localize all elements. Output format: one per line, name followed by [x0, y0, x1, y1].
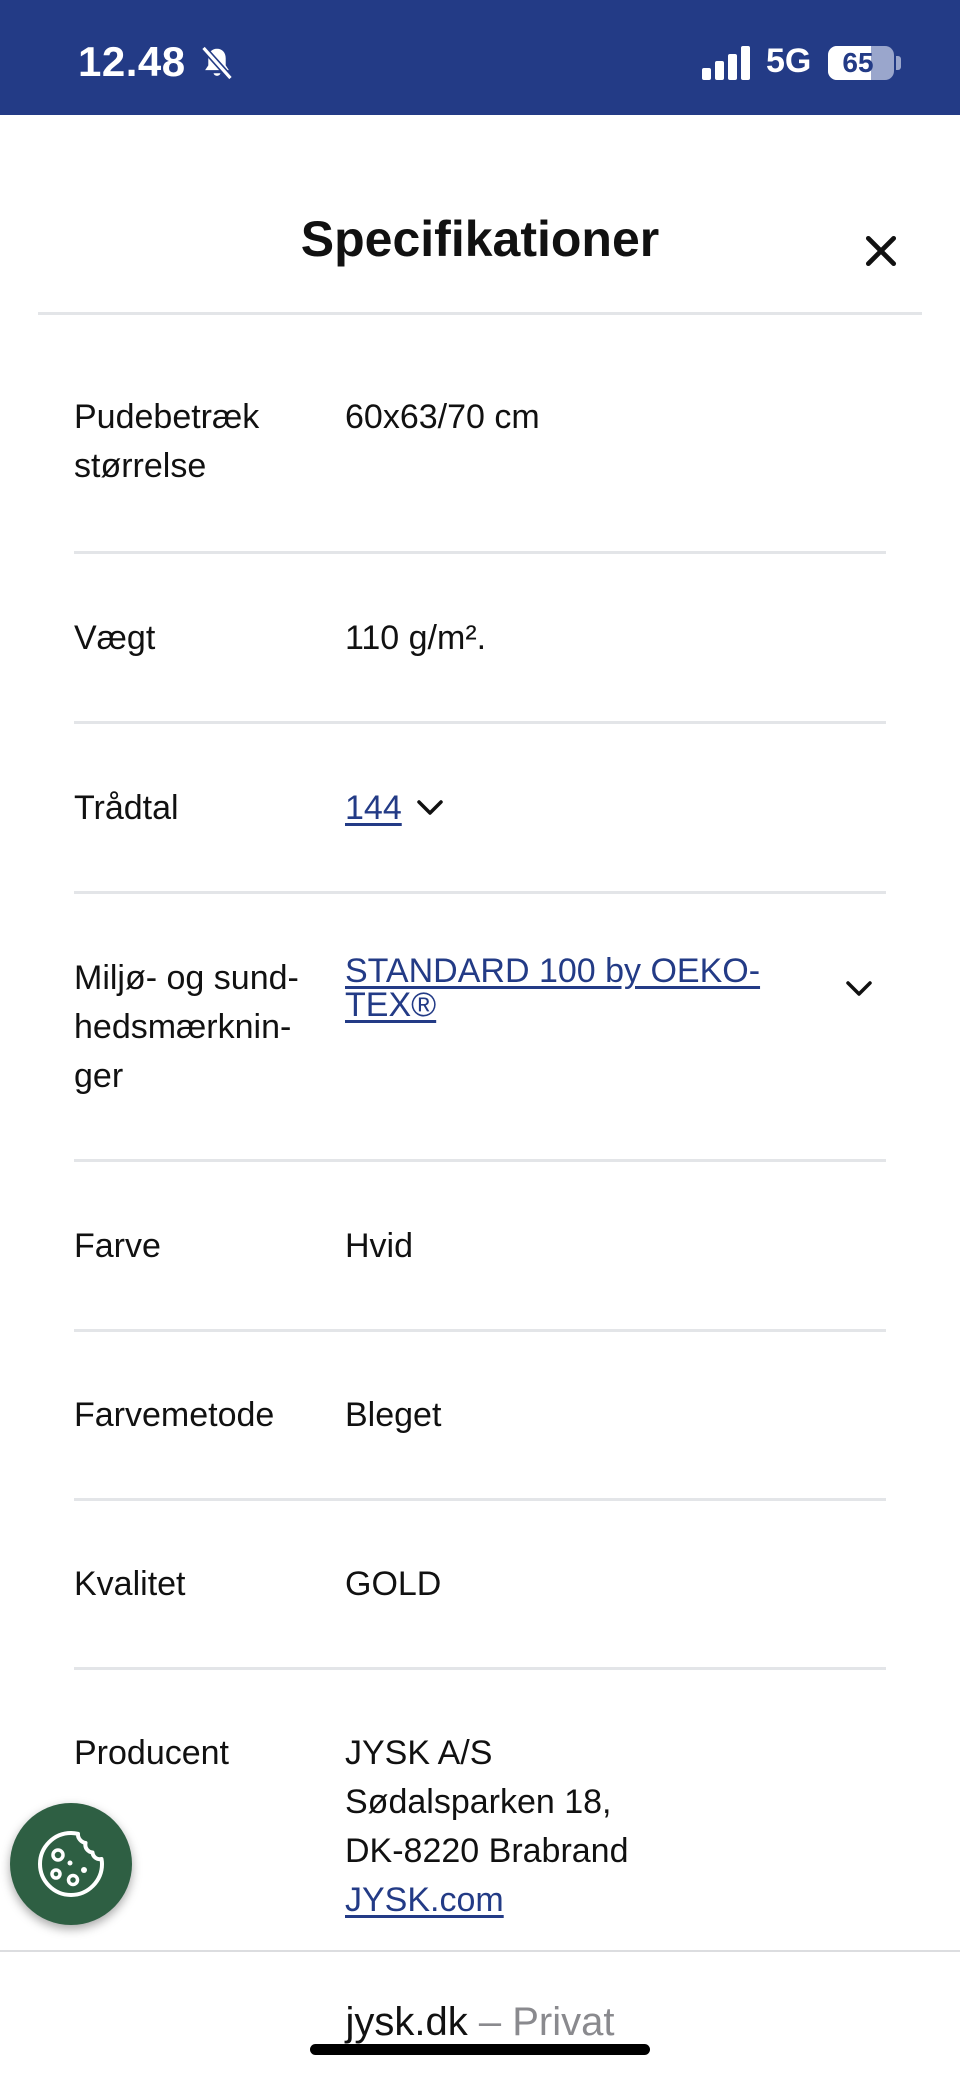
spec-label: Vægt	[74, 619, 156, 657]
url-separator: –	[467, 2000, 513, 2044]
spec-row-quality: Kvalitet GOLD	[74, 1501, 886, 1670]
chevron-down-icon[interactable]	[415, 797, 445, 819]
spec-value: Hvid	[345, 1227, 414, 1265]
spec-row-pillowcase-size: Pudebetræk størrelse 60x63/70 cm	[74, 358, 886, 554]
spec-label: Farvemetode	[74, 1396, 275, 1434]
spec-label: Pudebetræk størrelse	[74, 398, 260, 485]
spec-value: 110 g/m².	[345, 619, 487, 657]
spec-label: Kvalitet	[74, 1565, 186, 1603]
spec-label: Miljø- og sund­hedsmærknin­ger	[74, 959, 299, 1095]
battery-level: 65	[842, 47, 874, 78]
cookie-icon	[38, 1831, 104, 1897]
oeko-tex-link[interactable]: STANDARD 100 by OEKO-TEX®	[345, 954, 775, 1022]
close-icon[interactable]	[862, 232, 900, 270]
thread-count-link[interactable]: 144	[345, 784, 402, 833]
spec-row-color: Farve Hvid	[74, 1162, 886, 1332]
battery-tip	[896, 56, 901, 70]
spec-row-dye-method: Farvemetode Bleget	[74, 1332, 886, 1501]
header-divider	[38, 312, 922, 315]
spec-label: Producent	[74, 1734, 229, 1772]
address-line: Sødalsparken 18,	[345, 1783, 612, 1821]
status-bar: 12.48 5G 65	[0, 0, 960, 115]
chevron-down-icon[interactable]	[844, 978, 874, 1000]
address-bar[interactable]: jysk.dk – Privat	[0, 2000, 960, 2045]
spec-label: Trådtal	[74, 789, 179, 827]
spec-row-thread-count: Trådtal 144	[74, 724, 886, 894]
spec-label: Farve	[74, 1227, 161, 1265]
signal-bars-icon	[702, 46, 750, 80]
address-line: DK-8220 Brabrand	[345, 1832, 629, 1870]
url-domain: jysk.dk	[345, 2000, 468, 2044]
jysk-website-link[interactable]: JYSK.com	[345, 1881, 504, 1919]
spec-row-eco-labels: Miljø- og sund­hedsmærknin­ger STANDARD …	[74, 894, 886, 1162]
status-time: 12.48	[78, 38, 186, 85]
battery-icon: 65	[828, 46, 894, 80]
manufacturer-address: JYSK A/S Sødalsparken 18, DK-8220 Brabra…	[345, 1729, 629, 1925]
spec-value: 60x63/70 cm	[345, 398, 540, 436]
network-type: 5G	[766, 42, 812, 80]
bell-slash-icon	[201, 45, 233, 81]
address-line: JYSK A/S	[345, 1734, 493, 1772]
spec-value: GOLD	[345, 1565, 442, 1603]
spec-row-manufacturer: Producent JYSK A/S Sødalsparken 18, DK-8…	[74, 1670, 886, 1970]
spec-value: Bleget	[345, 1396, 442, 1434]
cookie-settings-button[interactable]	[10, 1803, 132, 1925]
dialog-title: Specifikationer	[300, 211, 660, 267]
browser-bottom-bar: jysk.dk – Privat	[0, 1950, 960, 2078]
private-mode-label: Privat	[512, 2000, 615, 2044]
home-indicator[interactable]	[310, 2044, 650, 2055]
spec-row-weight: Vægt 110 g/m².	[74, 554, 886, 724]
